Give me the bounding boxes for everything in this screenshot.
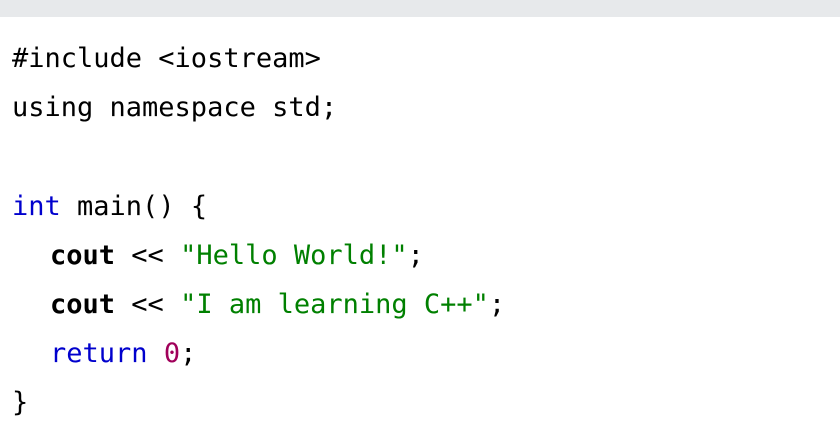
semicolon: ; <box>407 240 424 271</box>
using-statement: using namespace std; <box>12 92 338 123</box>
cout-keyword: cout <box>50 289 116 320</box>
code-line-main: int main() { <box>12 182 207 231</box>
top-bar <box>0 0 840 17</box>
learning-string: "I am learning C++" <box>180 289 489 320</box>
semicolon: ; <box>180 338 197 369</box>
code-line-cout-learning: cout << "I am learning C++"; <box>50 280 505 329</box>
cout-keyword: cout <box>50 240 116 271</box>
code-line-cout-hello: cout << "Hello World!"; <box>50 231 424 280</box>
code-line-return: return 0; <box>50 329 196 378</box>
hello-string: "Hello World!" <box>180 240 408 271</box>
return-keyword: return <box>50 338 148 369</box>
code-line-using: using namespace std; <box>12 83 337 132</box>
code-line-include: #include <iostream> <box>12 34 321 83</box>
code-block: #include <iostream> using namespace std;… <box>0 17 840 429</box>
closing-brace: } <box>12 387 29 418</box>
include-directive: #include <iostream> <box>12 43 321 74</box>
stream-operator: << <box>115 240 181 271</box>
int-keyword: int <box>12 191 61 222</box>
return-value: 0 <box>163 338 181 369</box>
semicolon: ; <box>488 289 506 320</box>
code-line-closing-brace: } <box>12 378 28 427</box>
stream-operator: << <box>115 289 181 320</box>
main-signature: main() { <box>60 191 208 222</box>
